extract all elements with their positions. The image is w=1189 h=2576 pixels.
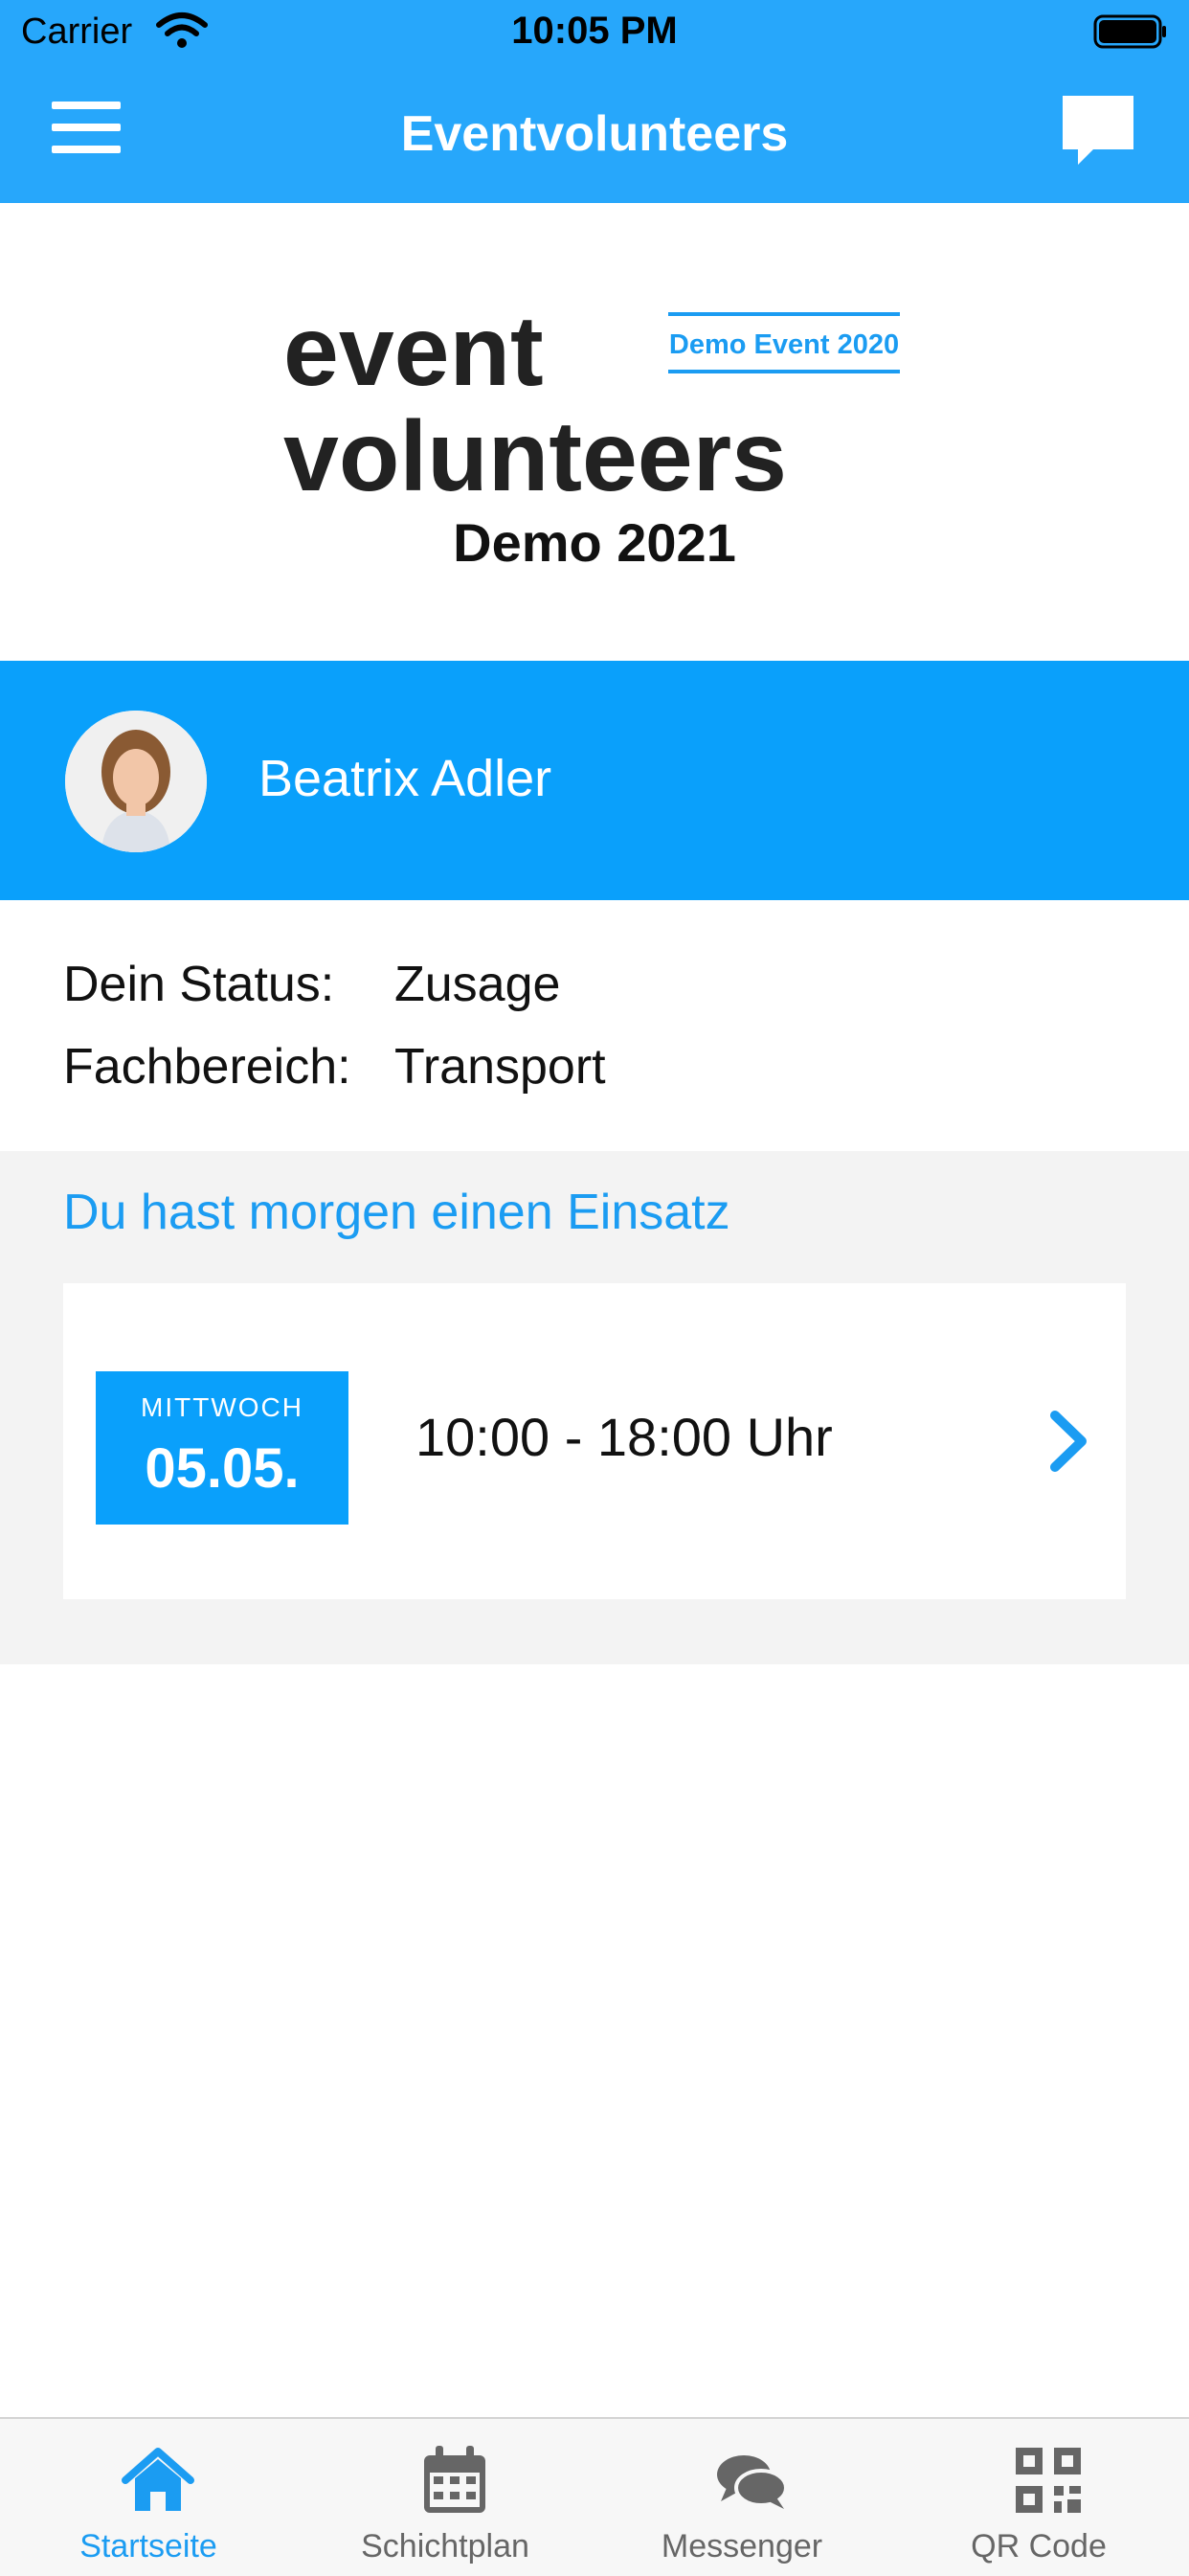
tab-label: QR Code [971, 2528, 1107, 2565]
chevron-right-icon[interactable] [1045, 1408, 1091, 1475]
qr-code-icon [1016, 2448, 1081, 2513]
shift-weekday: MITTWOCH [141, 1392, 303, 1422]
battery-icon [1093, 14, 1166, 49]
tab-label: Schichtplan [361, 2528, 529, 2565]
tab-label: Startseite [79, 2528, 217, 2565]
shift-time: 10:00 - 18:00 Uhr [415, 1407, 833, 1467]
event-subtitle: Demo 2021 [453, 512, 736, 573]
tab-bar: Startseite Schichtplan Messenger QR Code [0, 2417, 1189, 2576]
svg-text:event: event [283, 299, 544, 407]
department-label: Fachbereich: [63, 1039, 351, 1095]
shift-card[interactable]: MITTWOCH 05.05. 10:00 - 18:00 Uhr [63, 1283, 1126, 1599]
message-icon[interactable] [1055, 88, 1141, 174]
volunteer-info: Dein Status: Zusage Fachbereich: Transport [0, 900, 1189, 1151]
shift-heading: Du hast morgen einen Einsatz [63, 1185, 730, 1240]
svg-text:volunteers: volunteers [283, 401, 787, 509]
top-bar: Carrier 10:05 PM Eventvolunteers [0, 0, 1189, 203]
department-row: Fachbereich: Transport [63, 1038, 606, 1096]
status-row: Dein Status: Zusage [63, 956, 560, 1013]
event-logo: event volunteers Demo Event 2020 [283, 299, 900, 509]
svg-text:Demo Event 2020: Demo Event 2020 [669, 329, 899, 360]
status-label: Dein Status: [63, 957, 335, 1012]
avatar [65, 711, 207, 852]
event-logo-area: event volunteers Demo Event 2020 Demo 20… [0, 203, 1189, 661]
tab-messenger[interactable]: Messenger [594, 2419, 890, 2576]
profile-banner[interactable]: Beatrix Adler [0, 661, 1189, 900]
status-time: 10:05 PM [511, 10, 678, 52]
tab-qr-code[interactable]: QR Code [890, 2419, 1187, 2576]
shift-date: 05.05. [145, 1437, 300, 1500]
status-bar: Carrier 10:05 PM [0, 0, 1189, 67]
home-icon [122, 2448, 194, 2511]
upcoming-shift-section: Du hast morgen einen Einsatz MITTWOCH 05… [0, 1151, 1189, 1664]
status-value: Zusage [394, 957, 561, 1012]
calendar-icon [424, 2446, 485, 2513]
nav-title: Eventvolunteers [400, 106, 789, 162]
department-value: Transport [394, 1039, 606, 1095]
nav-bar: Eventvolunteers [0, 67, 1189, 203]
chat-bubbles-icon [717, 2455, 788, 2509]
tab-label: Messenger [661, 2528, 823, 2565]
tab-schichtplan[interactable]: Schichtplan [297, 2419, 594, 2576]
user-name: Beatrix Adler [258, 750, 552, 807]
shift-date-badge: MITTWOCH 05.05. [96, 1371, 348, 1525]
tab-startseite[interactable]: Startseite [0, 2419, 297, 2576]
